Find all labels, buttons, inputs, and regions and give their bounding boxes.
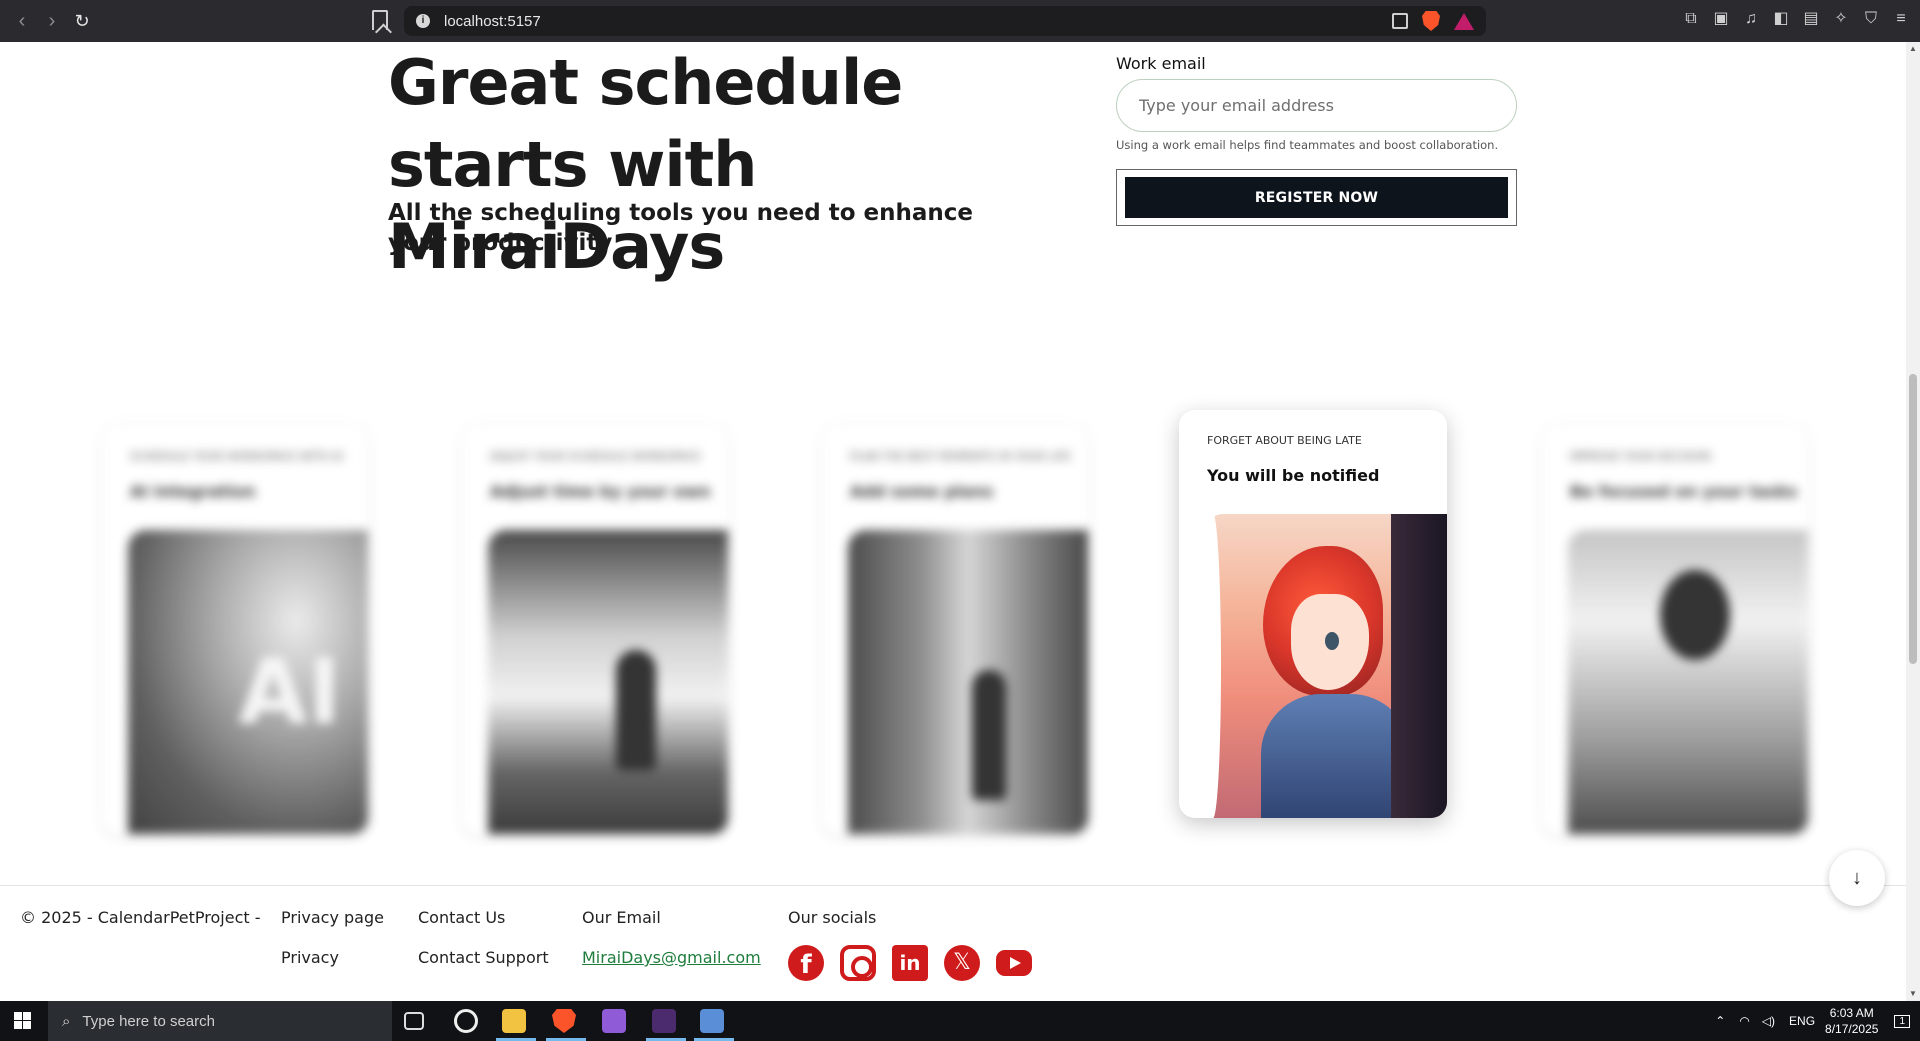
social-links: f in 𝕏 [788, 945, 1032, 981]
footer-socials-heading: Our socials [788, 908, 877, 927]
menu-icon[interactable]: ≡ [1892, 10, 1910, 28]
footer-contact-heading: Contact Us [418, 908, 506, 927]
search-icon: ⌕ [62, 1012, 71, 1030]
email-label: Work email [1116, 54, 1206, 73]
scroll-up-arrow-icon[interactable]: ▲ [1909, 45, 1917, 53]
card-title: Be focused on your tasks [1570, 482, 1798, 501]
register-button[interactable]: REGISTER NOW [1125, 177, 1508, 218]
email-hint: Using a work email helps find teammates … [1116, 138, 1499, 152]
feature-card-ai[interactable]: Schedule your workspace with AI AI Integ… [102, 426, 368, 834]
card-eyebrow: Adjust your schedule workspace [490, 450, 701, 463]
windows-start-icon[interactable] [14, 1012, 31, 1029]
footer-privacy-link[interactable]: Privacy [281, 948, 339, 967]
card-eyebrow: Plan the best moments in your life [850, 450, 1071, 463]
scrollbar-thumb[interactable] [1909, 374, 1917, 664]
leo-ai-icon[interactable]: ✧ [1832, 10, 1850, 28]
card-eyebrow: Forget about being late [1207, 434, 1362, 447]
anime-girl-illustration [1205, 514, 1447, 818]
bookmark-icon[interactable] [372, 10, 388, 30]
register-button-frame: REGISTER NOW [1116, 169, 1517, 226]
card-eyebrow: Schedule your workspace with AI [130, 450, 344, 463]
taskbar-search-box[interactable]: ⌕ Type here to search [48, 1001, 392, 1041]
scroll-down-button[interactable]: ↓ [1829, 850, 1885, 906]
scroll-down-arrow-icon[interactable]: ▼ [1909, 990, 1917, 998]
back-icon[interactable]: ‹ [10, 9, 34, 33]
brave-browser-icon[interactable] [552, 1009, 576, 1033]
footer-contact-support-link[interactable]: Contact Support [418, 948, 549, 967]
instagram-icon[interactable] [840, 945, 876, 981]
forward-icon[interactable]: › [40, 9, 64, 33]
page-scrollbar[interactable]: ▲ ▼ [1906, 42, 1920, 1001]
feature-card-adjust[interactable]: Adjust your schedule workspace Adjust ti… [462, 426, 728, 834]
reload-icon[interactable]: ↻ [70, 9, 94, 33]
girl-working-illustration [1568, 530, 1808, 834]
system-tray: ⌃ ◠ ◁) ENG 6:03 AM 8/17/2025 1 [1715, 1001, 1920, 1041]
hero-subtitle: All the scheduling tools you need to enh… [388, 200, 973, 256]
feature-card-plans[interactable]: Plan the best moments in your life Add s… [822, 426, 1088, 834]
site-info-icon[interactable]: i [416, 14, 430, 28]
footer-email-heading: Our Email [582, 908, 661, 927]
vpn-icon[interactable]: ⛉ [1862, 10, 1880, 28]
youtube-icon[interactable] [996, 950, 1032, 976]
ai-illustration: AI [128, 530, 368, 834]
card-title: Adjust time by your own [490, 482, 711, 501]
browser-toolbar: ‹ › ↻ i localhost:5157 ⧉ ▣ ♫ ◧ ▤ ✧ ⛉ ≡ [0, 0, 1920, 42]
address-bar[interactable]: i localhost:5157 [404, 6, 1486, 36]
extensions-icon[interactable]: ⧉ [1682, 10, 1700, 28]
language-indicator[interactable]: ENG [1789, 1014, 1815, 1028]
city-window-illustration [488, 530, 728, 834]
show-hidden-icons-icon[interactable]: ⌃ [1715, 1014, 1725, 1028]
email-field[interactable] [1116, 79, 1517, 132]
x-icon[interactable]: 𝕏 [944, 945, 980, 981]
volume-icon[interactable]: ◁) [1762, 1014, 1775, 1028]
facebook-icon[interactable]: f [788, 945, 824, 981]
share-icon[interactable] [1392, 13, 1408, 29]
windows-taskbar: ⌕ Type here to search ⌃ ◠ ◁) ENG 6:03 AM… [0, 1001, 1920, 1041]
file-explorer-icon[interactable] [502, 1009, 526, 1033]
taskbar-search-placeholder[interactable]: Type here to search [82, 1013, 215, 1030]
clock[interactable]: 6:03 AM 8/17/2025 [1825, 1005, 1878, 1037]
forest-girl-illustration [848, 530, 1088, 834]
url-text[interactable]: localhost:5157 [444, 13, 541, 30]
feature-card-notified[interactable]: Forget about being late You will be noti… [1179, 410, 1447, 818]
wifi-icon[interactable]: ◠ [1739, 1014, 1749, 1028]
page-viewport: Great schedule starts with MiraiDays All… [0, 42, 1906, 1001]
footer-divider [0, 885, 1906, 886]
wallet-card-icon[interactable]: ▤ [1802, 10, 1820, 28]
ssms-icon[interactable] [700, 1009, 724, 1033]
rider-icon[interactable] [652, 1009, 676, 1033]
visual-studio-icon[interactable] [602, 1009, 626, 1033]
feature-card-focus[interactable]: Improve your decision Be focused on your… [1542, 426, 1808, 834]
media-icon[interactable]: ♫ [1742, 10, 1760, 28]
notification-center-icon[interactable]: 1 [1894, 1014, 1910, 1028]
obs-icon[interactable] [454, 1009, 478, 1033]
brave-rewards-icon[interactable] [1454, 12, 1474, 30]
brave-shields-icon[interactable] [1422, 11, 1440, 31]
footer-copyright: © 2025 - CalendarPetProject - [20, 908, 261, 927]
sidebar-icon[interactable]: ◧ [1772, 10, 1790, 28]
wallet-icon[interactable]: ▣ [1712, 10, 1730, 28]
card-title: Add some plans [850, 482, 994, 501]
linkedin-icon[interactable]: in [892, 945, 928, 981]
task-view-icon[interactable] [404, 1012, 424, 1030]
card-title: You will be notified [1207, 466, 1380, 485]
clock-date: 8/17/2025 [1825, 1022, 1879, 1036]
footer-email-link[interactable]: MiraiDays@gmail.com [582, 948, 761, 967]
card-eyebrow: Improve your decision [1570, 450, 1711, 463]
card-title: AI Integration [130, 482, 256, 501]
clock-time: 6:03 AM [1829, 1006, 1874, 1020]
footer-privacy-page-heading: Privacy page [281, 908, 384, 927]
